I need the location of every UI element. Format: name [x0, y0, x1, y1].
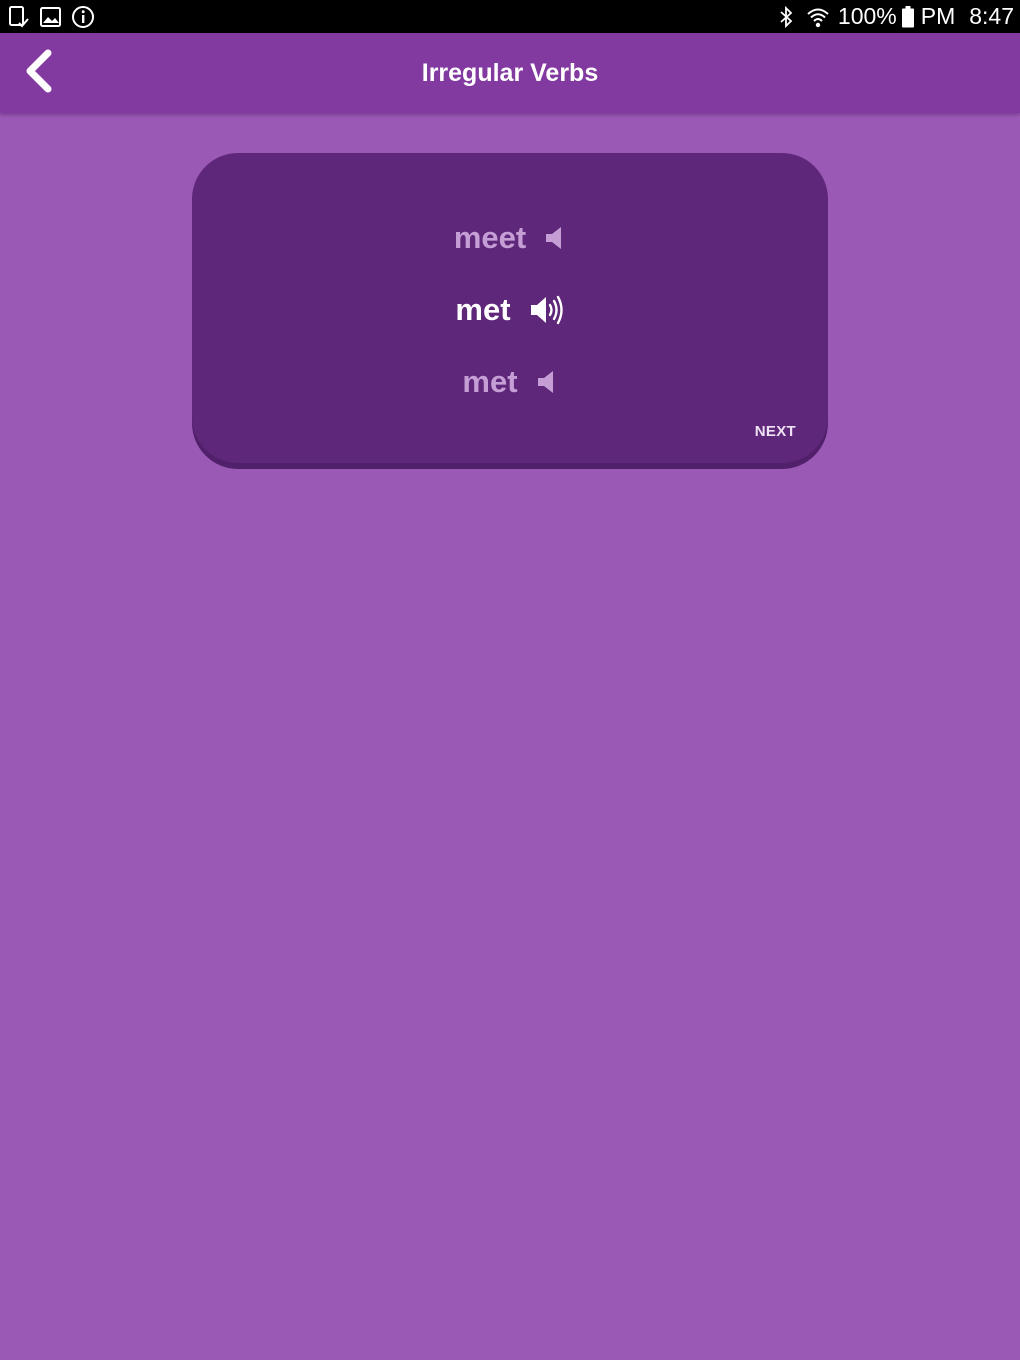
back-button[interactable] [14, 47, 66, 99]
battery-icon [901, 4, 915, 30]
verb-past-simple-text: met [455, 292, 511, 327]
bluetooth-icon [774, 4, 798, 30]
next-button[interactable]: NEXT [755, 423, 796, 440]
status-left-icons [6, 4, 102, 30]
page-title: Irregular Verbs [421, 59, 599, 87]
status-bar: 100% PM 8:47 [0, 0, 1020, 33]
status-right-icons: 100% PM 8:47 [774, 0, 1014, 33]
battery-percentage: 100% [837, 3, 897, 29]
speaker-icon[interactable] [544, 224, 566, 252]
tablet-check-icon [6, 4, 32, 30]
verb-form-past-simple: met [192, 285, 828, 335]
image-icon [38, 4, 64, 30]
chevron-left-icon [20, 48, 60, 99]
speaker-icon[interactable] [536, 368, 558, 396]
status-time: 8:47 [969, 3, 1014, 29]
verb-past-participle-text: met [462, 364, 518, 399]
info-icon [70, 4, 96, 30]
verb-form-base: meet [192, 213, 828, 263]
wifi-icon [806, 4, 830, 30]
verb-base-text: meet [453, 220, 527, 255]
verb-card: meet met met NEXT [192, 153, 828, 463]
speaker-sound-icon[interactable] [529, 293, 565, 327]
status-ampm: PM [920, 3, 956, 29]
verb-form-past-participle: met [192, 357, 828, 407]
app-bar: Irregular Verbs [0, 33, 1020, 113]
